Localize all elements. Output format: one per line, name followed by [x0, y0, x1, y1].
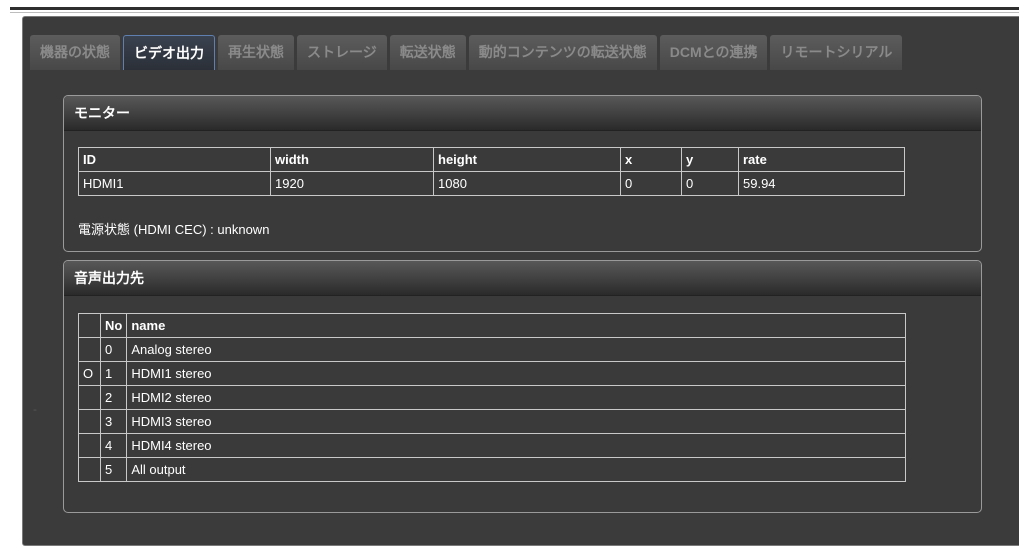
cell-id: HDMI1	[78, 171, 271, 196]
table-row: 5 All output	[78, 457, 906, 482]
tab-dcm-link[interactable]: DCMとの連携	[659, 35, 768, 70]
table-row: O 1 HDMI1 stereo	[78, 361, 906, 386]
top-border	[10, 7, 1019, 10]
table-header-row: ID width height x y rate	[78, 147, 905, 172]
cell-no: 2	[99, 385, 128, 410]
table-row: 3 HDMI3 stereo	[78, 409, 906, 434]
column-header-name: name	[126, 313, 906, 338]
table-row: HDMI1 1920 1080 0 0 59.94	[78, 171, 905, 196]
column-header-y: y	[681, 147, 739, 172]
column-header-height: height	[433, 147, 621, 172]
cell-height: 1080	[433, 171, 621, 196]
audio-output-table: No name 0 Analog stereo O 1 HDMI1 stereo…	[78, 313, 906, 482]
top-border-shadow	[10, 12, 1019, 13]
cell-y: 0	[681, 171, 739, 196]
cell-selected: O	[78, 361, 101, 386]
tab-remote-serial[interactable]: リモートシリアル	[770, 35, 903, 70]
table-row: 4 HDMI4 stereo	[78, 433, 906, 458]
tab-storage[interactable]: ストレージ	[297, 35, 387, 70]
table-row: 2 HDMI2 stereo	[78, 385, 906, 410]
monitor-panel: モニター ID width height x y rate HDMI1 1920…	[63, 95, 982, 252]
tab-device-status[interactable]: 機器の状態	[30, 35, 120, 70]
tab-video-output[interactable]: ビデオ出力	[123, 35, 215, 70]
tab-playback-status[interactable]: 再生状態	[218, 35, 294, 70]
tab-transfer-status[interactable]: 転送状態	[389, 35, 466, 70]
cell-no: 0	[99, 337, 128, 362]
cell-no: 1	[99, 361, 128, 386]
cell-name: HDMI2 stereo	[126, 385, 906, 410]
cell-name: HDMI3 stereo	[126, 409, 906, 434]
cell-no: 4	[99, 433, 128, 458]
cell-selected	[78, 433, 101, 458]
cell-name: Analog stereo	[126, 337, 906, 362]
power-status-text: 電源状態 (HDMI CEC) : unknown	[78, 222, 270, 237]
column-header-no: No	[99, 313, 128, 338]
cell-selected	[78, 409, 101, 434]
cell-selected	[78, 385, 101, 410]
cell-selected	[78, 457, 101, 482]
cell-name: HDMI4 stereo	[126, 433, 906, 458]
tab-bar: 機器の状態 ビデオ出力 再生状態 ストレージ 転送状態 動的コンテンツの転送状態…	[30, 35, 905, 70]
cell-name: All output	[126, 457, 906, 482]
cell-selected	[78, 337, 101, 362]
column-header-selected	[78, 313, 101, 338]
audio-output-panel: 音声出力先 No name 0 Analog stereo O 1 HDMI1 …	[63, 260, 982, 513]
column-header-id: ID	[78, 147, 271, 172]
cell-rate: 59.94	[738, 171, 905, 196]
audio-panel-title: 音声出力先	[64, 261, 981, 296]
cell-x: 0	[620, 171, 682, 196]
tab-dynamic-content-transfer[interactable]: 動的コンテンツの転送状態	[468, 35, 657, 70]
stray-mark: -	[33, 402, 37, 416]
cell-name: HDMI1 stereo	[126, 361, 906, 386]
cell-no: 5	[99, 457, 128, 482]
column-header-width: width	[270, 147, 434, 172]
column-header-rate: rate	[738, 147, 905, 172]
monitor-panel-title: モニター	[64, 96, 981, 131]
cell-no: 3	[99, 409, 128, 434]
status-window: 機器の状態 ビデオ出力 再生状態 ストレージ 転送状態 動的コンテンツの転送状態…	[22, 16, 1019, 546]
column-header-x: x	[620, 147, 682, 172]
table-row: 0 Analog stereo	[78, 337, 906, 362]
table-header-row: No name	[78, 313, 906, 338]
monitor-table: ID width height x y rate HDMI1 1920 1080…	[78, 147, 905, 196]
cell-width: 1920	[270, 171, 434, 196]
